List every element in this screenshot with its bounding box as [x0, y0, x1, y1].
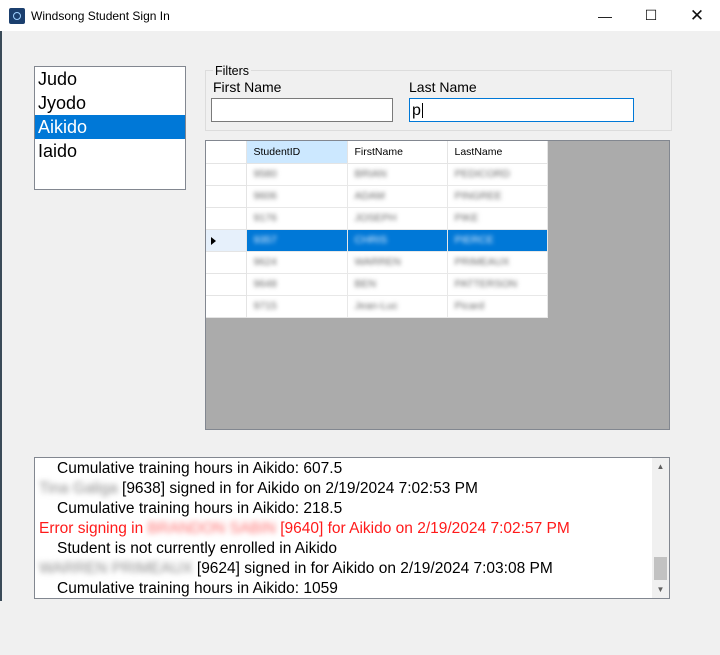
cell-last-name[interactable]: PIKE	[447, 207, 548, 230]
cell-last-name[interactable]: PIERCE	[447, 229, 548, 252]
row-header[interactable]	[206, 229, 247, 252]
cell-first-name[interactable]: JOSEPH	[347, 207, 448, 230]
last-name-label: Last Name	[409, 79, 477, 95]
scroll-down-arrow-icon[interactable]: ▼	[652, 581, 669, 598]
row-header[interactable]	[206, 273, 247, 296]
maximize-button[interactable]: ☐	[628, 0, 674, 31]
cell-first-name[interactable]: BEN	[347, 273, 448, 296]
app-icon	[9, 8, 25, 24]
cell-student-id[interactable]: 9624	[246, 251, 348, 274]
log-line: WARREN PRIMEAUX [9624] signed in for Aik…	[39, 560, 553, 577]
window-title: Windsong Student Sign In	[31, 9, 170, 23]
cell-student-id[interactable]: 9176	[246, 207, 348, 230]
table-row[interactable]: 9176 JOSEPH PIKE	[206, 207, 548, 230]
row-header[interactable]	[206, 163, 247, 186]
log-line: Cumulative training hours in Aikido: 105…	[57, 580, 338, 597]
table-row[interactable]: 9648 BEN PATTERSON	[206, 273, 548, 296]
cell-last-name[interactable]: PINGREE	[447, 185, 548, 208]
student-grid[interactable]: StudentID FirstName LastName 9580 BRIAN …	[205, 140, 670, 430]
redacted-name: Tina Galiga	[39, 480, 118, 497]
first-name-label: First Name	[213, 79, 282, 95]
first-name-input[interactable]	[211, 98, 393, 122]
martial-art-list[interactable]: Judo Jyodo Aikido Iaido	[34, 66, 186, 190]
last-name-value: p	[412, 102, 421, 119]
column-header-studentid[interactable]: StudentID	[246, 141, 348, 164]
cell-first-name[interactable]: BRIAN	[347, 163, 448, 186]
cell-first-name[interactable]: WARREN	[347, 251, 448, 274]
redacted-name: BRANDON SABIN	[147, 520, 276, 537]
log-scrollbar[interactable]: ▲ ▼	[652, 458, 669, 598]
row-header[interactable]	[206, 185, 247, 208]
cell-last-name[interactable]: PRIMEAUX	[447, 251, 548, 274]
minimize-button[interactable]: —	[582, 0, 628, 31]
cell-last-name[interactable]: Picard	[447, 295, 548, 318]
table-row-selected[interactable]: 9357 CHRIS PIERCE	[206, 229, 548, 252]
title-bar: Windsong Student Sign In — ☐ ✕	[0, 0, 720, 31]
cell-last-name[interactable]: PATTERSON	[447, 273, 548, 296]
cell-student-id[interactable]: 9580	[246, 163, 348, 186]
table-row[interactable]: 9624 WARREN PRIMEAUX	[206, 251, 548, 274]
last-name-input[interactable]: p	[409, 98, 634, 122]
cell-last-name[interactable]: PEDICORD	[447, 163, 548, 186]
text-caret	[421, 103, 423, 119]
cell-student-id[interactable]: 9715	[246, 295, 348, 318]
log-line-error: Error signing in BRANDON SABIN [9640] fo…	[39, 520, 570, 537]
cell-student-id[interactable]: 9357	[246, 229, 348, 252]
row-header[interactable]	[206, 295, 247, 318]
list-item-aikido[interactable]: Aikido	[35, 115, 185, 139]
scroll-thumb[interactable]	[654, 557, 667, 580]
cell-first-name[interactable]: Jean-Luc	[347, 295, 448, 318]
log-line: Student is not currently enrolled in Aik…	[57, 540, 338, 557]
scroll-up-arrow-icon[interactable]: ▲	[652, 458, 669, 475]
window-edge	[0, 31, 2, 601]
column-header-lastname[interactable]: LastName	[447, 141, 548, 164]
table-row[interactable]: 9580 BRIAN PEDICORD	[206, 163, 548, 186]
cell-first-name[interactable]: ADAM	[347, 185, 448, 208]
current-row-arrow-icon	[211, 236, 216, 245]
column-header-firstname[interactable]: FirstName	[347, 141, 448, 164]
list-item-jyodo[interactable]: Jyodo	[35, 91, 185, 115]
row-header[interactable]	[206, 207, 247, 230]
sign-in-log[interactable]: Cumulative training hours in Aikido: 607…	[34, 457, 670, 599]
cell-student-id[interactable]: 9606	[246, 185, 348, 208]
close-button[interactable]: ✕	[674, 0, 720, 31]
filters-legend: Filters	[213, 64, 252, 78]
cell-student-id[interactable]: 9648	[246, 273, 348, 296]
redacted-name: WARREN PRIMEAUX	[39, 560, 193, 577]
log-line: Cumulative training hours in Aikido: 218…	[57, 500, 343, 517]
list-item-judo[interactable]: Judo	[35, 67, 185, 91]
list-item-iaido[interactable]: Iaido	[35, 139, 185, 163]
log-line: Cumulative training hours in Aikido: 607…	[57, 460, 343, 477]
log-line: Tina Galiga [9638] signed in for Aikido …	[39, 480, 478, 497]
cell-first-name[interactable]: CHRIS	[347, 229, 448, 252]
table-row[interactable]: 9606 ADAM PINGREE	[206, 185, 548, 208]
table-row[interactable]: 9715 Jean-Luc Picard	[206, 295, 548, 318]
grid-corner-header[interactable]	[206, 141, 247, 164]
row-header[interactable]	[206, 251, 247, 274]
